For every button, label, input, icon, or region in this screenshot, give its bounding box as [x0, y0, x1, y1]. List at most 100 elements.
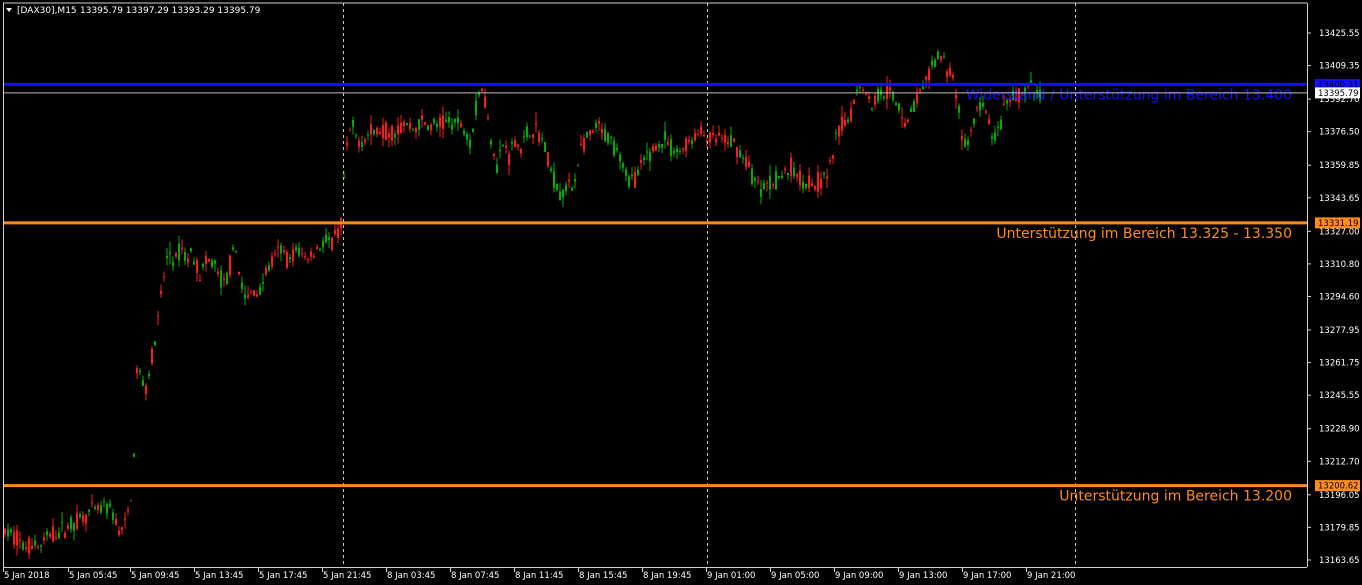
candle-body: [952, 74, 954, 79]
candle-body: [178, 243, 180, 261]
candle-body: [388, 133, 390, 138]
candle-body: [166, 255, 168, 258]
candle-body: [835, 132, 837, 134]
time-tick-label: 8 Jan 07:45: [451, 571, 499, 581]
candle-body: [190, 248, 192, 251]
candle-body: [586, 131, 588, 138]
candle-body: [355, 135, 357, 137]
candle-body: [349, 129, 351, 131]
price-tick-label: 13409.35: [1319, 62, 1360, 72]
candle-body: [202, 263, 204, 268]
candle-body: [7, 529, 9, 537]
candle-body: [58, 532, 60, 539]
candle-body: [775, 171, 777, 190]
candle-body: [526, 126, 528, 138]
candle-body: [916, 93, 918, 104]
candle-body: [331, 237, 333, 250]
candle-body: [577, 165, 579, 167]
candle-body: [112, 512, 114, 521]
candle-body: [244, 294, 246, 299]
candle-body: [238, 271, 240, 275]
candle-body: [817, 172, 819, 192]
candle-body: [205, 256, 207, 265]
candle-body: [793, 167, 795, 177]
candle-body: [289, 257, 291, 260]
candle-body: [361, 142, 363, 147]
candle-body: [646, 151, 648, 153]
candle-body: [169, 252, 171, 254]
candle-body: [988, 119, 990, 125]
candle-body: [724, 134, 726, 143]
candle-body: [73, 522, 75, 531]
candle-body: [982, 103, 984, 107]
price-tick-label: 13376.50: [1319, 128, 1360, 138]
candle-body: [268, 265, 270, 271]
candle-body: [859, 86, 861, 88]
candle-body: [883, 96, 885, 99]
candle-body: [877, 88, 879, 102]
candle-body: [247, 294, 249, 298]
candle-body: [439, 117, 441, 127]
candle-body: [334, 230, 336, 235]
candle-body: [259, 287, 261, 296]
candle-body: [562, 189, 564, 198]
candle-body: [22, 542, 24, 550]
candle-body: [970, 129, 972, 131]
candle-body: [499, 149, 501, 152]
candle-body: [787, 172, 789, 176]
candle-body: [496, 164, 498, 173]
candle-body: [943, 55, 945, 57]
candle-body: [184, 252, 186, 261]
candle-body: [235, 250, 237, 252]
candle-body: [850, 108, 852, 121]
candle-body: [370, 124, 372, 135]
candle-body: [196, 259, 198, 273]
candle-body: [103, 501, 105, 503]
candle-body: [895, 102, 897, 106]
candle-body: [151, 349, 153, 364]
time-tick-label: 9 Jan 13:00: [899, 571, 947, 581]
price-chart[interactable]: Widerstand / Unterstützung im Bereich 13…: [0, 0, 1362, 585]
price-tick-label: 13294.60: [1319, 293, 1360, 303]
candle-body: [727, 141, 729, 145]
candle-body: [853, 99, 855, 105]
candle-body: [925, 76, 927, 80]
candle-body: [667, 142, 669, 145]
candle-body: [55, 537, 57, 539]
candle-body: [967, 140, 969, 146]
candle-body: [445, 119, 447, 122]
candle-body: [517, 144, 519, 147]
candle-body: [814, 186, 816, 190]
candle-body: [295, 247, 297, 251]
candle-body: [508, 154, 510, 166]
candle-body: [958, 105, 960, 113]
candle-body: [634, 172, 636, 188]
candle-body: [610, 137, 612, 139]
candle-body: [91, 502, 93, 504]
candle-body: [298, 248, 300, 256]
candle-body: [583, 138, 585, 152]
price-tick-label: 13277.95: [1319, 326, 1360, 336]
candle-body: [346, 142, 348, 145]
candle-body: [964, 138, 966, 147]
candle-body: [751, 168, 753, 184]
candle-body: [1003, 104, 1005, 106]
candle-body: [94, 506, 96, 509]
candle-body: [529, 135, 531, 137]
candle-body: [778, 176, 780, 178]
candle-body: [889, 87, 891, 92]
candle-body: [703, 135, 705, 137]
candle-body: [37, 546, 39, 548]
candle-body: [217, 271, 219, 275]
level-price-label: 13331.19: [1318, 219, 1359, 229]
candle-body: [457, 117, 459, 124]
candle-body: [769, 175, 771, 190]
candle-body: [541, 137, 543, 140]
candle-body: [430, 124, 432, 131]
time-tick-label: 9 Jan 17:00: [963, 571, 1011, 581]
candle-body: [226, 272, 228, 285]
candle-body: [931, 60, 933, 66]
candle-body: [595, 122, 597, 128]
candle-body: [262, 282, 264, 284]
candle-body: [685, 138, 687, 151]
